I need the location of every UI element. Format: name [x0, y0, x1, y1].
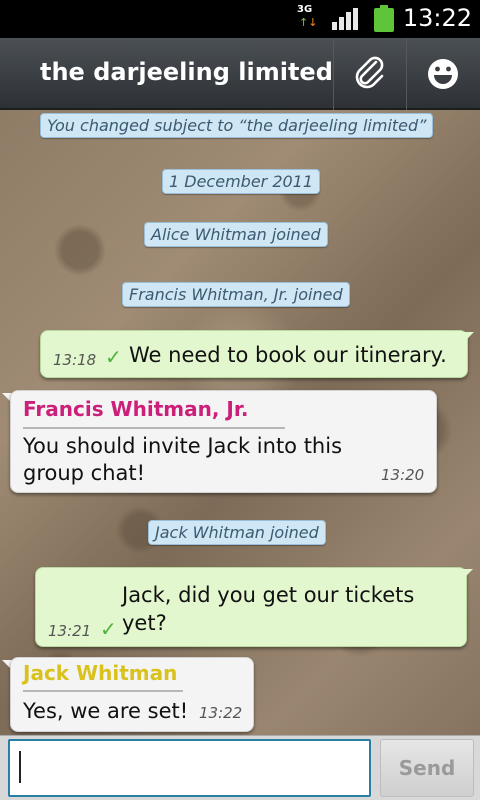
- attach-button[interactable]: [334, 38, 406, 110]
- check-icon: ✓: [100, 617, 117, 641]
- message-input[interactable]: [8, 739, 371, 797]
- sender-name: Jack Whitman: [23, 661, 178, 685]
- system-message: You changed subject to “the darjeeling l…: [40, 113, 434, 138]
- sender-name: Francis Whitman, Jr.: [23, 397, 249, 421]
- emoji-button[interactable]: [407, 38, 480, 110]
- chat-title[interactable]: the darjeeling limited: [40, 58, 333, 86]
- message-time: 13:20: [381, 466, 425, 484]
- battery-icon: [374, 5, 394, 32]
- outgoing-message[interactable]: 13:21 ✓ Jack, did you get our tickets ye…: [35, 567, 467, 647]
- message-time: 13:21: [48, 622, 92, 640]
- signal-icon: [332, 8, 360, 30]
- message-text: We need to book our itinerary.: [129, 343, 447, 367]
- check-icon: ✓: [105, 345, 122, 369]
- message-text: Yes, we are set!: [23, 699, 189, 723]
- network-label: 3G: [297, 4, 313, 15]
- incoming-message[interactable]: Jack Whitman Yes, we are set! 13:22: [10, 657, 254, 732]
- status-time: 13:22: [402, 4, 472, 32]
- composer-bar: Send: [0, 735, 480, 800]
- message-time: 13:18: [53, 351, 97, 369]
- message-text-line: You should invite Jack into this: [23, 434, 343, 458]
- message-text-line: Jack, did you get our tickets: [122, 583, 415, 607]
- outgoing-message[interactable]: 13:18 ✓ We need to book our itinerary.: [40, 330, 468, 378]
- chat-area[interactable]: You changed subject to “the darjeeling l…: [0, 110, 480, 735]
- text-cursor: [19, 751, 21, 783]
- system-message: Francis Whitman, Jr. joined: [122, 282, 350, 307]
- action-bar: the darjeeling limited: [0, 38, 480, 110]
- network-3g-icon: 3G ↑↓: [297, 4, 318, 29]
- incoming-message[interactable]: Francis Whitman, Jr. You should invite J…: [10, 390, 437, 493]
- message-text-line: yet?: [122, 611, 167, 635]
- system-message: Jack Whitman joined: [148, 520, 326, 545]
- status-bar: 3G ↑↓ 13:22: [0, 0, 480, 38]
- paperclip-icon: [355, 56, 384, 89]
- message-time: 13:22: [199, 704, 243, 722]
- send-button[interactable]: Send: [380, 739, 474, 797]
- date-separator: 1 December 2011: [162, 169, 321, 194]
- smiley-icon: [428, 59, 458, 89]
- message-text-line: group chat!: [23, 461, 146, 485]
- system-message: Alice Whitman joined: [144, 222, 328, 247]
